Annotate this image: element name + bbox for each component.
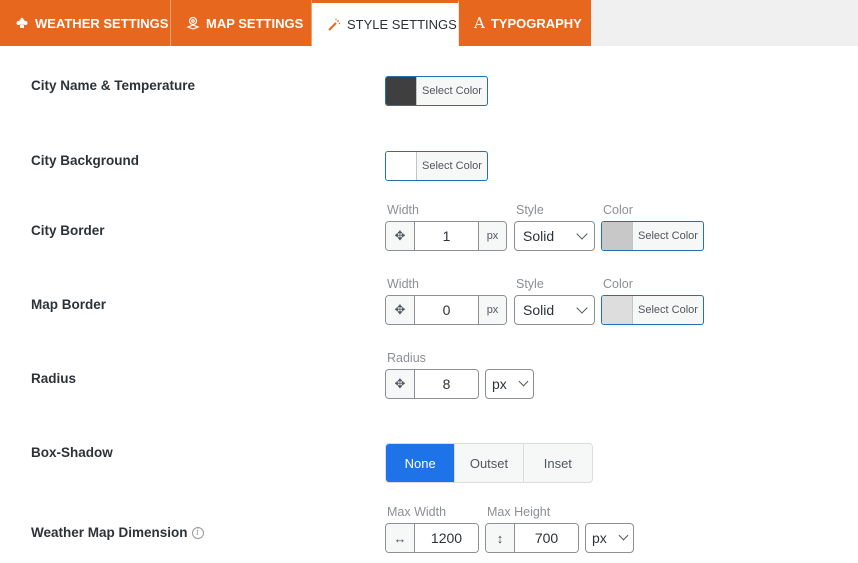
tab-label: WEATHER SETTINGS (35, 15, 169, 31)
city-background-color-picker[interactable]: Select Color (385, 151, 488, 181)
move-arrows-icon[interactable]: ✥ (386, 296, 415, 324)
color-swatch (386, 152, 417, 180)
move-arrows-icon[interactable]: ✥ (386, 222, 415, 250)
width-label: Width (387, 277, 419, 291)
setting-label: Map Border (31, 297, 107, 312)
city-border-style-select[interactable]: Solid (514, 221, 595, 251)
setting-label-text: Weather Map Dimension (31, 525, 188, 540)
setting-label: City Background (31, 153, 140, 168)
max-height-label: Max Height (487, 505, 551, 519)
setting-label: City Border (31, 223, 105, 238)
dimension-unit-select[interactable]: px (585, 523, 634, 553)
unit-label: px (478, 296, 506, 324)
color-label: Color (603, 203, 633, 217)
setting-label: Weather Map Dimension i (31, 525, 204, 540)
select-color-label: Select Color (638, 304, 698, 316)
settings-tab-bar: WEATHER SETTINGS MAP SETTINGS STYLE SETT… (0, 0, 858, 46)
city-border-width-input-group: ✥ px (385, 221, 507, 251)
color-swatch (602, 296, 633, 324)
setting-label: Radius (31, 371, 77, 386)
style-label: Style (516, 277, 544, 291)
selected-value: px (592, 530, 607, 546)
city-border-width-input[interactable] (415, 222, 478, 250)
max-width-label: Max Width (387, 505, 447, 519)
unit-label: px (478, 222, 506, 250)
horizontal-arrows-icon: ↔ (386, 524, 415, 552)
magic-wand-icon (327, 18, 341, 32)
max-width-input-group: ↔ (385, 523, 479, 553)
selected-value: px (492, 376, 507, 392)
box-shadow-option-inset[interactable]: Inset (523, 444, 592, 482)
tab-style-settings[interactable]: STYLE SETTINGS (312, 0, 459, 46)
radius-field-label: Radius (387, 351, 426, 365)
width-label: Width (387, 203, 419, 217)
box-shadow-option-none[interactable]: None (386, 444, 456, 482)
box-shadow-option-outset[interactable]: Outset (455, 444, 524, 482)
map-border-width-input[interactable] (415, 296, 478, 324)
radius-input[interactable] (415, 370, 478, 398)
tab-typography[interactable]: A TYPOGRAPHY (459, 0, 591, 46)
info-icon[interactable]: i (191, 527, 204, 540)
map-border-style-select[interactable]: Solid (514, 295, 595, 325)
chevron-down-icon (576, 301, 588, 314)
select-color-label: Select Color (638, 230, 698, 242)
radius-unit-select[interactable]: px (485, 369, 534, 399)
move-arrows-icon[interactable]: ✥ (386, 370, 415, 398)
style-label: Style (516, 203, 544, 217)
chevron-down-icon (618, 530, 629, 541)
font-letter-icon: A (474, 14, 485, 32)
box-shadow-segmented-control: None Outset Inset (385, 443, 593, 483)
color-label: Color (603, 277, 633, 291)
tab-label: MAP SETTINGS (206, 15, 304, 31)
city-border-color-picker[interactable]: Select Color (601, 221, 704, 251)
select-color-label: Select Color (422, 160, 482, 172)
tab-weather-settings[interactable]: WEATHER SETTINGS (0, 0, 171, 46)
tab-label: TYPOGRAPHY (490, 15, 582, 31)
chevron-down-icon (576, 227, 588, 240)
city-name-color-picker[interactable]: Select Color (385, 76, 488, 106)
map-border-width-input-group: ✥ px (385, 295, 507, 325)
vertical-arrows-icon: ↕ (486, 524, 515, 552)
selected-value: Solid (523, 302, 555, 318)
setting-label: City Name & Temperature (31, 78, 196, 93)
weather-cloud-icon (15, 16, 29, 30)
max-height-input-group: ↕ (485, 523, 579, 553)
select-color-label: Select Color (422, 85, 482, 97)
max-width-input[interactable] (415, 524, 478, 552)
setting-label: Box-Shadow (31, 445, 113, 460)
tab-map-settings[interactable]: MAP SETTINGS (171, 0, 312, 46)
max-height-input[interactable] (515, 524, 578, 552)
selected-value: Solid (523, 228, 555, 244)
map-pin-icon (186, 16, 200, 30)
tab-label: STYLE SETTINGS (347, 17, 457, 32)
chevron-down-icon (518, 376, 529, 387)
radius-input-group: ✥ (385, 369, 479, 399)
color-swatch (386, 77, 417, 105)
map-border-color-picker[interactable]: Select Color (601, 295, 704, 325)
color-swatch (602, 222, 633, 250)
